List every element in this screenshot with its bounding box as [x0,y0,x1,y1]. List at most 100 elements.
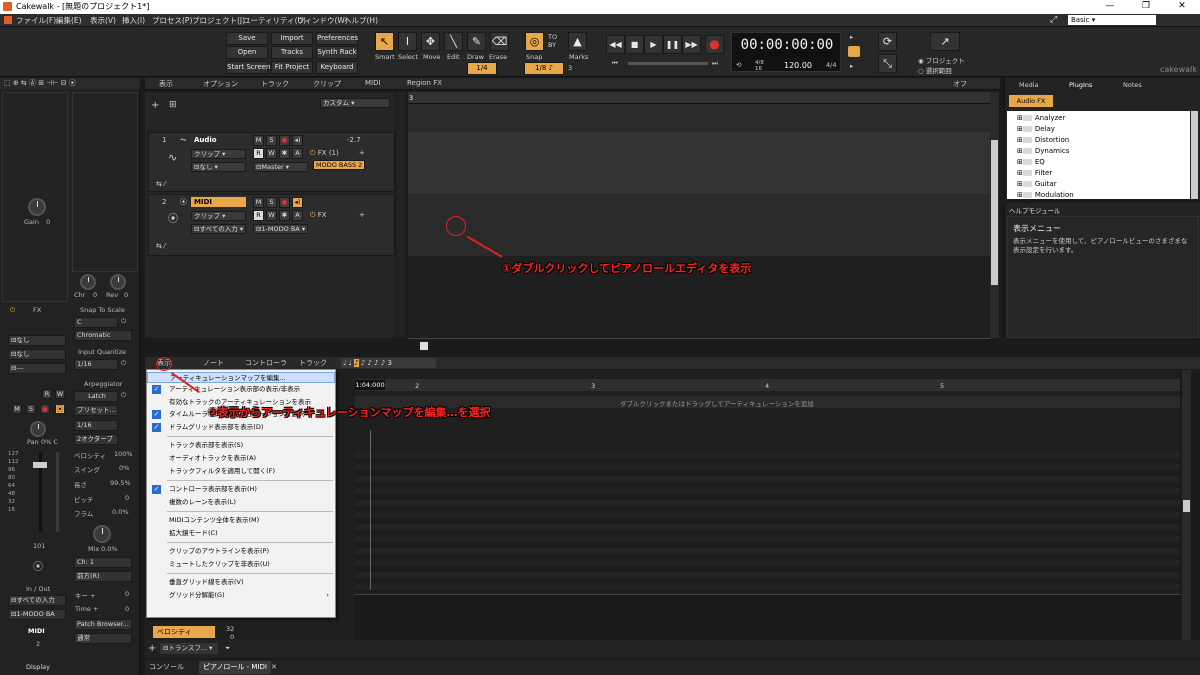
track-expand-icon[interactable]: ⇆ ⁄ [153,179,165,189]
scale-key-select[interactable]: C [74,317,118,328]
automation-icon[interactable]: A [292,210,303,221]
open-button[interactable]: Open [226,46,268,59]
solo-button[interactable]: S [266,135,277,146]
track-expand-icon[interactable]: ⇆ ⁄ [153,241,165,251]
fit-icon[interactable]: ⤡ [878,54,897,73]
menu-item-show-audio-tracks[interactable]: オーディオトラックを表示(A) [147,453,335,464]
browser-tab-notes[interactable]: Notes [1123,81,1142,89]
meter-value[interactable]: 4/4 [826,61,836,69]
arp-power-icon[interactable]: ⏻ [121,391,126,400]
controller-pane[interactable] [355,594,1180,640]
clips-pane[interactable]: 3 ①ダブルクリックしてピアノロールエディタを表示 [408,92,991,350]
chorus-knob[interactable] [80,274,96,290]
keyboard-button[interactable]: Keyboard [316,61,358,74]
tv-menu-view[interactable]: 表示 [159,79,173,89]
track-splitter[interactable] [396,92,406,338]
preferences-button[interactable]: Preferences [316,32,358,45]
fx-bin[interactable]: ⏻ FX [307,210,327,220]
add-fx-icon[interactable]: + [356,210,365,220]
note-grid[interactable] [355,452,1180,592]
menu-item-show-all-midi[interactable]: MIDIコンテンツ全体を表示(M) [147,515,335,526]
h-scroll-thumb[interactable] [420,342,428,350]
fx-bin[interactable]: ⏻ FX (1) [307,148,339,158]
fx-power-icon[interactable]: ⏻ [10,306,15,315]
snap-value[interactable]: 1/8 ♪ [524,62,564,75]
select-tool-icon[interactable]: I [398,32,417,51]
snap-icon[interactable]: ◎ [525,32,544,51]
normal-select[interactable]: 通常 [74,633,132,644]
audio-fx-category[interactable]: Audio FX [1009,95,1053,107]
arm-button[interactable]: ● [279,135,290,146]
transform-select[interactable]: ⊟トランスフ... ▾ [160,643,218,654]
tempo-value[interactable]: 120.00 [784,61,812,70]
position-slider[interactable] [628,62,708,65]
pr-vscroll-thumb[interactable] [1183,500,1190,512]
plugin-folder-delay[interactable]: ⊞ Delay [1017,125,1055,133]
arp-preset-select[interactable]: プリセット… [74,405,118,416]
pr-menu-track[interactable]: トラック [299,358,327,368]
display-tab[interactable]: Display [26,663,50,671]
stop-icon[interactable]: ■ [625,35,644,54]
synth-rack-button[interactable]: Synth Rack [316,46,358,59]
mute-button[interactable]: M [12,404,22,414]
menu-process[interactable]: プロセス(P) [152,15,192,26]
patch-browser-button[interactable]: Patch Browser... [74,619,132,630]
automation-icon[interactable]: A [292,148,303,159]
scale-power-icon[interactable]: ⏻ [121,317,126,326]
menu-file[interactable]: ファイル(F) [16,15,56,26]
plugin-folder-eq[interactable]: ⊞ EQ [1017,158,1045,166]
audio-lane[interactable] [408,132,991,194]
tv-menu-midi[interactable]: MIDI [365,79,381,87]
forward-icon[interactable]: ▶▶ [682,35,701,54]
write-button[interactable]: W [55,389,65,399]
h-scroll[interactable] [408,338,991,339]
aux-select[interactable]: ⊟--- [8,363,66,374]
loop-toggle-icon[interactable]: ⟳ [878,32,897,51]
edit-tool-icon[interactable]: ╲ [444,32,463,51]
menu-item-show-track-pane[interactable]: トラック表示部を表示(S) [147,440,335,451]
punch-icon[interactable]: ▸ [850,62,853,70]
menu-item-show-controller-pane[interactable]: ✓ コントローラ表示部を表示(H) [147,484,335,495]
menu-item-magnifier-mode[interactable]: 拡大鏡モード(C) [147,528,335,539]
mix-knob[interactable] [93,525,111,543]
tv-menu-regionfx[interactable]: Region FX [407,79,442,87]
menu-item-open-with-track-filter[interactable]: トラックフィルタを適用して開く(F) [147,466,335,477]
record-mode-icon[interactable] [848,46,860,57]
arm-button[interactable]: ● [279,197,290,208]
smart-tool-icon[interactable]: ↖ [375,32,394,51]
radio-project[interactable]: ◉ プロジェクト [918,55,965,65]
input-select[interactable]: ⊟なし ▾ [191,162,246,172]
vscroll-thumb[interactable] [991,140,998,285]
tracks-button[interactable]: Tracks [271,46,313,59]
plugin-folder-guitar[interactable]: ⊞ Guitar [1017,180,1057,188]
pan-knob[interactable] [30,421,46,437]
menu-item-show-clip-outlines[interactable]: クリップのアウトラインを表示(P) [147,546,335,557]
erase-tool-icon[interactable]: ⌫ [490,32,509,51]
go-end-icon[interactable]: ⏭ [712,59,718,68]
marks-icon[interactable]: ▲ [568,32,587,51]
save-button[interactable]: Save [226,32,268,45]
solo-button[interactable]: S [26,404,36,414]
workspace-select[interactable]: Basic ▾ [1068,15,1156,25]
close-button[interactable]: ✕ [1164,0,1200,14]
note-duration-buttons[interactable]: ♩ ♩ ♪ ♪ ♪ ♪ ♪ 3 [341,358,436,368]
menu-view[interactable]: 表示(V) [90,15,116,26]
tv-off-label[interactable]: オフ [953,79,967,89]
write-button[interactable]: W [266,148,277,159]
echo-button[interactable]: ⦿ [55,404,65,414]
track-volume[interactable]: -2.7 [344,135,361,145]
plugin-folder-modulation[interactable]: ⊞ Modulation [1017,191,1074,199]
draw-tool-icon[interactable]: ✎ [467,32,486,51]
scale-type-select[interactable]: Chromatic [74,330,132,341]
tv-menu-options[interactable]: オプション [203,79,238,89]
solo-button[interactable]: S [266,197,277,208]
play-icon[interactable]: ▶ [644,35,663,54]
tv-menu-clip[interactable]: クリップ [313,79,341,89]
plugin-folder-dynamics[interactable]: ⊞ Dynamics [1017,147,1069,155]
maximize-button[interactable]: ❐ [1128,0,1164,14]
freeze-icon[interactable]: ✱ [279,148,290,159]
clip-select[interactable]: クリップ ▾ [191,211,246,221]
mute-button[interactable]: M [253,197,264,208]
tab-pianoroll[interactable]: ピアノロール - MIDI [199,661,271,674]
clip-select[interactable]: クリップ ▾ [191,149,246,159]
